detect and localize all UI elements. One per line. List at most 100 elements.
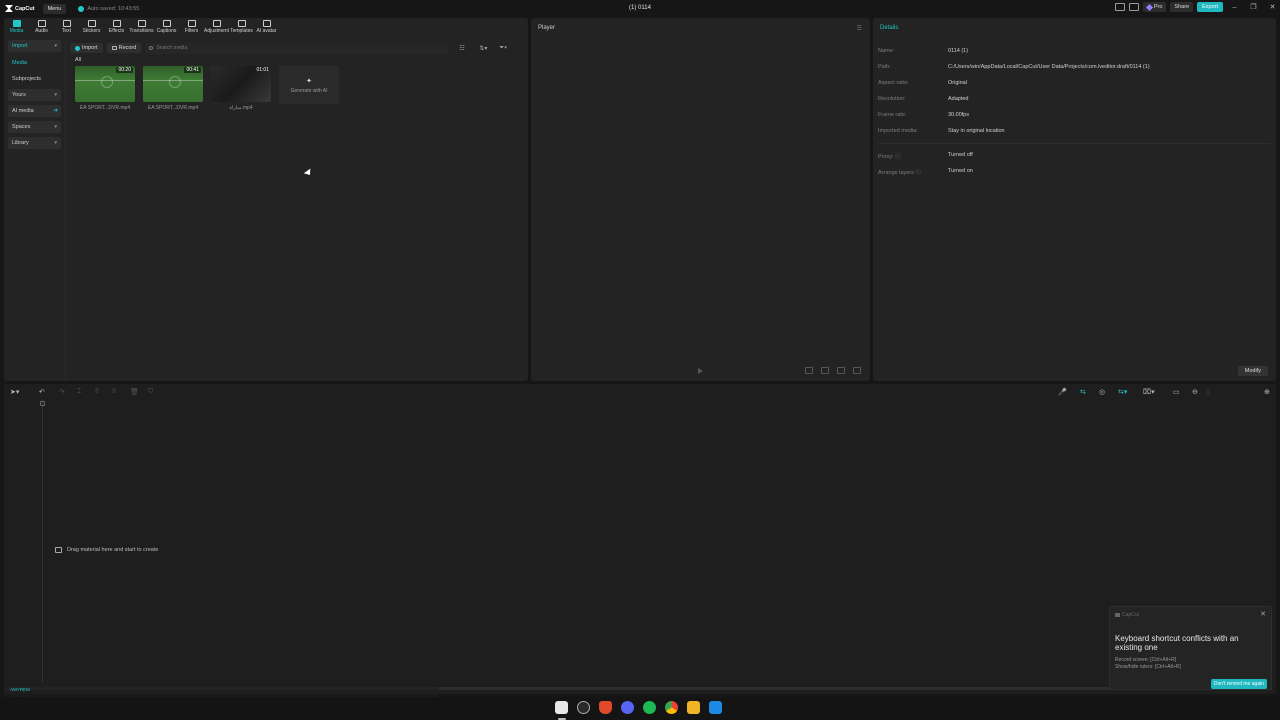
tab-label: Adjustment bbox=[204, 28, 230, 34]
view-toggle-icon[interactable]: ☷ bbox=[459, 45, 469, 52]
dont-remind-button[interactable]: Don't remind me again bbox=[1210, 679, 1267, 689]
all-filter-label[interactable]: All bbox=[70, 57, 524, 63]
playhead-handle[interactable] bbox=[40, 401, 45, 406]
minimize-icon[interactable]: – bbox=[1227, 4, 1242, 11]
tab-label: Stickers bbox=[82, 28, 101, 34]
obs-app-icon[interactable] bbox=[577, 701, 590, 714]
tab-adjustment[interactable]: Adjustment bbox=[204, 18, 229, 37]
capcut-app-icon[interactable] bbox=[555, 701, 568, 714]
detail-row-path: Path: C:/Users/win/AppData/Local/CapCut/U… bbox=[878, 64, 1150, 70]
sidebar-item-yours[interactable]: Yours ▾ bbox=[8, 89, 61, 101]
sort-icon[interactable]: ⇅▾ bbox=[479, 45, 489, 52]
sidebar-item-spaces[interactable]: Spaces ▾ bbox=[8, 121, 61, 133]
tab-text[interactable]: Text bbox=[54, 18, 79, 37]
caption-icon[interactable]: ⌧▾ bbox=[1143, 388, 1155, 396]
split-right-icon[interactable]: ⌷ bbox=[112, 388, 116, 396]
close-icon[interactable]: ✕ bbox=[1265, 3, 1280, 11]
search-icon bbox=[149, 46, 154, 50]
sidebar-item-subprojects[interactable]: Subprojects bbox=[8, 73, 61, 85]
marker-icon[interactable]: ⛉ bbox=[148, 388, 153, 396]
link-icon[interactable]: ⇆ bbox=[1080, 388, 1086, 396]
generate-with-ai-button[interactable]: ✦ Generate with AI bbox=[279, 66, 339, 104]
file-explorer-icon[interactable] bbox=[687, 701, 700, 714]
record-icon bbox=[111, 46, 117, 50]
play-icon[interactable] bbox=[698, 368, 703, 374]
snap-icon[interactable]: ⇆▾ bbox=[1118, 388, 1127, 396]
tab-effects[interactable]: Effects bbox=[104, 18, 129, 37]
media-grid: 00:20 EA SPORT...DVR.mp4 00:41 EA SPORT.… bbox=[70, 66, 524, 111]
microphone-icon[interactable]: 🎤 bbox=[1058, 388, 1067, 396]
capcut-logo-icon bbox=[5, 5, 13, 12]
split-icon[interactable]: ⌶ bbox=[77, 388, 81, 396]
details-panel: Details Name: 0114 (1) Path: C:/Users/win/… bbox=[873, 18, 1276, 381]
tab-stickers[interactable]: Stickers bbox=[79, 18, 104, 37]
sidebar-item-media[interactable]: Media bbox=[8, 57, 61, 69]
sidebar-item-library[interactable]: Library ▾ bbox=[8, 137, 61, 149]
tab-media[interactable]: Media bbox=[4, 18, 29, 37]
delete-icon[interactable]: 🗑 bbox=[130, 388, 139, 396]
pro-label: Pro bbox=[1153, 4, 1163, 10]
tool-tabs: Media Audio Text Stickers Effects Transi… bbox=[4, 18, 279, 37]
import-button[interactable]: Import bbox=[70, 43, 103, 53]
detail-value: Stay in original location bbox=[948, 128, 1005, 134]
split-left-icon[interactable]: ⌷ bbox=[95, 388, 99, 396]
ratio-icon[interactable] bbox=[837, 367, 845, 374]
zoom-fit-icon[interactable]: ⊕ bbox=[1264, 388, 1270, 396]
media-item[interactable]: 00:41 EA SPORT...DVR.mp4 bbox=[143, 66, 203, 111]
aspect-icon[interactable]: ▭ bbox=[1173, 388, 1180, 396]
search-input[interactable]: Search media bbox=[145, 42, 450, 54]
windows-store-icon[interactable] bbox=[709, 701, 722, 714]
spotify-app-icon[interactable] bbox=[643, 701, 656, 714]
discord-app-icon[interactable] bbox=[621, 701, 634, 714]
tab-templates[interactable]: Templates bbox=[229, 18, 254, 37]
taskbar-apps bbox=[555, 701, 722, 714]
divider bbox=[878, 143, 1271, 144]
export-button[interactable]: Export bbox=[1197, 2, 1223, 12]
media-duration: 01:01 bbox=[256, 67, 269, 73]
toast-heading: Keyboard shortcut conflicts with an exis… bbox=[1115, 634, 1239, 652]
crop-icon[interactable] bbox=[821, 367, 829, 374]
tab-audio[interactable]: Audio bbox=[29, 18, 54, 37]
drop-zone-hint[interactable]: Drag material here and start to create bbox=[55, 547, 158, 553]
media-item[interactable]: 01:01 مباراة.mp4 bbox=[211, 66, 271, 111]
diamond-icon bbox=[1145, 3, 1153, 11]
tab-ai-avatar[interactable]: AI avatar bbox=[254, 18, 279, 37]
templates-icon bbox=[237, 20, 246, 27]
snapshot-icon[interactable] bbox=[805, 367, 813, 374]
record-button[interactable]: Record bbox=[106, 43, 142, 53]
fullscreen-icon[interactable] bbox=[853, 367, 861, 374]
undo-icon[interactable]: ↶ bbox=[39, 388, 45, 396]
chrome-app-icon[interactable] bbox=[665, 701, 678, 714]
detail-key: Arrange layers ⓘ bbox=[878, 170, 921, 176]
redo-icon[interactable]: ↷ bbox=[59, 388, 65, 396]
close-icon[interactable]: ✕ bbox=[1260, 610, 1266, 618]
modify-button[interactable]: Modify bbox=[1237, 366, 1268, 376]
shortcuts-icon[interactable] bbox=[1128, 3, 1139, 11]
select-tool-icon[interactable]: ➤▾ bbox=[10, 388, 19, 396]
tab-transitions[interactable]: Transitions bbox=[129, 18, 154, 37]
tab-filters[interactable]: Filters bbox=[179, 18, 204, 37]
preview-axis-icon[interactable]: ◎ bbox=[1099, 388, 1105, 396]
zoom-slider[interactable]: ▯ bbox=[1206, 388, 1210, 396]
menu-button[interactable]: Menu bbox=[42, 3, 67, 14]
brave-app-icon[interactable] bbox=[599, 701, 612, 714]
sidebar-item-ai-media[interactable]: AI media ➜ bbox=[8, 105, 61, 117]
filter-icon[interactable]: ⏷▾ bbox=[499, 45, 509, 51]
sidebar-item-label: Spaces bbox=[12, 124, 31, 130]
tab-captions[interactable]: Captions bbox=[154, 18, 179, 37]
share-button[interactable]: Share bbox=[1170, 2, 1194, 12]
menu-icon[interactable]: ☰ bbox=[857, 25, 862, 32]
detail-value: 30.00fps bbox=[948, 112, 970, 118]
maximize-icon[interactable]: ❐ bbox=[1246, 3, 1261, 11]
pro-button[interactable]: Pro bbox=[1142, 2, 1167, 12]
layout-icon[interactable] bbox=[1114, 3, 1125, 11]
avatar-icon bbox=[262, 20, 271, 27]
player-controls bbox=[531, 365, 870, 377]
zoom-out-icon[interactable]: ⊖ bbox=[1192, 388, 1198, 396]
toast-app: CapCut bbox=[1115, 612, 1139, 618]
media-item[interactable]: 00:20 EA SPORT...DVR.mp4 bbox=[75, 66, 135, 111]
tab-label: Audio bbox=[35, 28, 48, 34]
tab-label: Transitions bbox=[129, 28, 154, 34]
sidebar-item-import[interactable]: Import ▾ bbox=[8, 40, 61, 52]
detail-value: Turned on bbox=[948, 168, 973, 174]
